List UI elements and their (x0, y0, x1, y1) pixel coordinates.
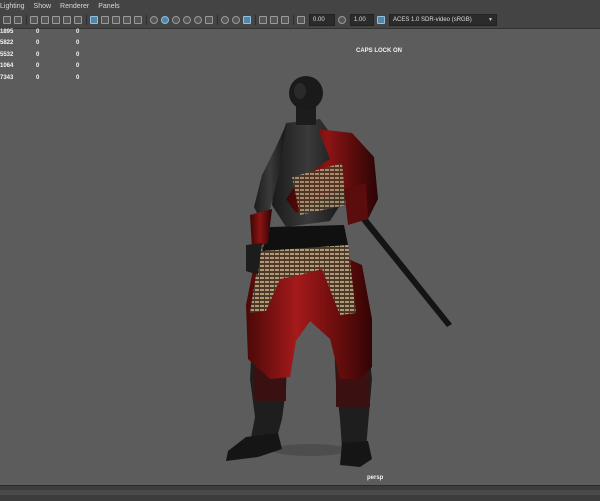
grid-toggle-icon[interactable] (90, 16, 98, 24)
toolbar-divider (86, 15, 87, 25)
resolution-gate-icon[interactable] (63, 16, 71, 24)
hud-row: 1895 0 0 (0, 26, 96, 38)
color-space-dropdown[interactable]: ACES 1.0 SDR-video (sRGB) ▼ (389, 14, 497, 26)
gamma-field[interactable]: 1.00 (350, 14, 374, 26)
samurai-character-model[interactable] (0, 29, 600, 485)
view-transform-icon[interactable] (377, 16, 385, 24)
textured-icon[interactable] (172, 16, 180, 24)
xray-icon[interactable] (112, 16, 120, 24)
toolbar-divider (293, 15, 294, 25)
caps-lock-indicator: CAPS LOCK ON (356, 48, 403, 54)
hud-value: 0 (36, 74, 40, 81)
camera-icon[interactable] (3, 16, 11, 24)
backface-icon[interactable] (259, 16, 267, 24)
hud-value: 0 (76, 28, 80, 35)
camera-name-label: persp (367, 475, 384, 481)
hud-value: 0 (36, 40, 40, 47)
frame-all-icon[interactable] (134, 16, 142, 24)
hud-value: 0 (36, 28, 40, 35)
wireframe-icon[interactable] (101, 16, 109, 24)
chevron-down-icon: ▼ (488, 17, 493, 23)
default-material-icon[interactable] (161, 16, 169, 24)
bookmark-icon[interactable] (14, 16, 22, 24)
grid-icon[interactable] (41, 16, 49, 24)
toolbar-divider (26, 15, 27, 25)
hud-row: 5532 0 0 (0, 49, 96, 61)
smooth-shade-icon[interactable] (150, 16, 158, 24)
isolate-select-icon[interactable] (270, 16, 278, 24)
exposure-field[interactable]: 0.00 (309, 14, 335, 26)
safe-action-icon[interactable] (74, 16, 82, 24)
lights-icon[interactable] (183, 16, 191, 24)
isolate-icon[interactable] (123, 16, 131, 24)
menu-lighting[interactable]: Lighting (0, 3, 25, 10)
hud-value: 0 (76, 51, 80, 58)
select-camera-icon[interactable] (30, 16, 38, 24)
hud-value: 5822 (0, 40, 14, 47)
motion-blur-icon[interactable] (221, 16, 229, 24)
color-space-label: ACES 1.0 SDR-video (sRGB) (393, 17, 472, 23)
hud-value: 1064 (0, 63, 14, 70)
toolbar-divider (217, 15, 218, 25)
menu-renderer[interactable]: Renderer (60, 3, 89, 10)
toolbar-divider (146, 15, 147, 25)
viewport-panel[interactable]: 1895 0 0 5822 0 0 5532 0 0 1064 0 0 7343… (0, 29, 600, 485)
hud-value: 0 (36, 63, 40, 70)
hud-value: 0 (76, 40, 80, 47)
hud-value: 7343 (0, 74, 14, 81)
toolbar-divider (255, 15, 256, 25)
hud-value: 0 (76, 63, 80, 70)
menu-bar: Lighting Show Renderer Panels (0, 0, 600, 12)
hud-row: 5822 0 0 (0, 38, 96, 50)
hud-row: 7343 0 0 (0, 72, 96, 84)
xray-joints-icon[interactable] (243, 16, 251, 24)
hud-row: 1064 0 0 (0, 61, 96, 73)
hud-value: 0 (36, 51, 40, 58)
timeline-strip[interactable] (0, 490, 600, 495)
exposure-icon[interactable] (281, 16, 289, 24)
menu-show[interactable]: Show (34, 3, 52, 10)
exposure-reset-icon[interactable] (297, 16, 305, 24)
hud-value: 1895 (0, 28, 14, 35)
film-gate-icon[interactable] (52, 16, 60, 24)
antialias-icon[interactable] (232, 16, 240, 24)
menu-panels[interactable]: Panels (98, 3, 119, 10)
hud-poly-count: 1895 0 0 5822 0 0 5532 0 0 1064 0 0 7343… (0, 26, 96, 84)
shadows-icon[interactable] (194, 16, 202, 24)
bottom-status-bar (0, 485, 600, 501)
hud-value: 5532 (0, 51, 14, 58)
hud-value: 0 (76, 74, 80, 81)
gamma-icon[interactable] (338, 16, 346, 24)
ambient-occlusion-icon[interactable] (205, 16, 213, 24)
